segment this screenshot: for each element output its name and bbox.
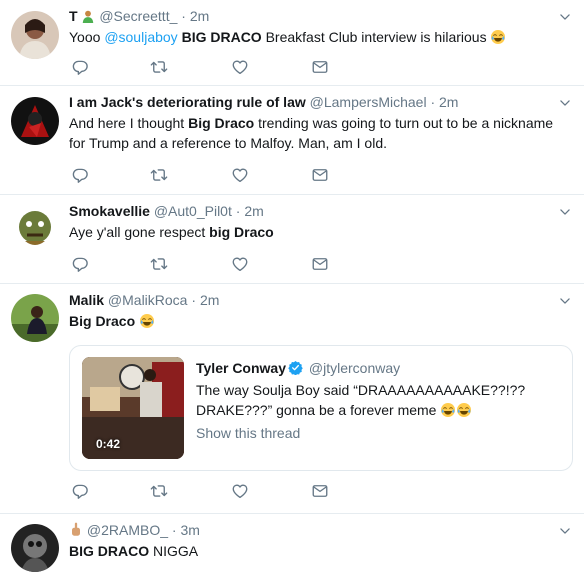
tweet-actions: [69, 482, 339, 502]
handle[interactable]: @LampersMichael: [310, 94, 427, 110]
tweet-actions: [69, 255, 339, 275]
quoted-tweet-card[interactable]: 0:42 Tyler Conway @jtylerconway The way …: [69, 345, 573, 471]
tweet[interactable]: I am Jack's deteriorating rule of law @L…: [0, 86, 584, 195]
separator-dot: ·: [171, 522, 177, 538]
avatar[interactable]: [11, 524, 59, 572]
tweet[interactable]: Malik @MalikRoca · 2m Big Draco 0:42 Tyl…: [0, 284, 584, 514]
handle[interactable]: @2RAMBO_: [87, 522, 168, 538]
crying-laughing-emoji: [440, 402, 456, 418]
tweet-text: And here I thought Big Draco trending wa…: [69, 113, 559, 153]
reply-icon[interactable]: [71, 482, 89, 500]
text-run: Breakfast Club interview is hilarious: [261, 29, 491, 45]
middle-finger-emoji-icon: [69, 522, 83, 538]
tweet-actions: [69, 58, 339, 78]
caret-down-icon[interactable]: [558, 10, 572, 24]
retweet-icon[interactable]: [150, 58, 168, 76]
separator-dot: ·: [430, 94, 436, 110]
tweet[interactable]: T @Secreettt_ · 2m Yooo @souljaboy BIG D…: [0, 0, 584, 86]
text-run: The way Soulja Boy said “DRAAAAAAAAAAKE?…: [196, 382, 526, 418]
quoted-text: The way Soulja Boy said “DRAAAAAAAAAAKE?…: [196, 380, 562, 420]
display-name[interactable]: Smokavellie: [69, 203, 150, 219]
quoted-handle[interactable]: @jtylerconway: [309, 360, 400, 376]
caret-down-icon[interactable]: [558, 205, 572, 219]
like-icon[interactable]: [231, 482, 249, 500]
tweet[interactable]: Smokavellie @Aut0_Pil0t · 2m Aye y'all g…: [0, 195, 584, 284]
crying-laughing-emoji: [456, 402, 472, 418]
hashtag-highlight: BIG DRACO: [181, 29, 262, 45]
separator-dot: ·: [191, 292, 197, 308]
tweet-header: I am Jack's deteriorating rule of law @L…: [69, 92, 550, 112]
quoted-header: Tyler Conway @jtylerconway: [196, 358, 400, 378]
direct-message-icon[interactable]: [311, 482, 329, 500]
crying-laughing-emoji: [139, 313, 155, 329]
retweet-icon[interactable]: [150, 166, 168, 184]
hashtag-highlight: Big Draco: [188, 115, 255, 131]
tweet-text: Big Draco: [69, 311, 568, 331]
display-name[interactable]: Malik: [69, 292, 104, 308]
caret-down-icon[interactable]: [558, 294, 572, 308]
avatar[interactable]: [11, 205, 59, 253]
reply-icon[interactable]: [71, 58, 89, 76]
display-name[interactable]: T: [69, 8, 78, 24]
timestamp[interactable]: 2m: [439, 94, 458, 110]
hashtag-highlight: big Draco: [209, 224, 274, 240]
direct-message-icon[interactable]: [311, 58, 329, 76]
timestamp[interactable]: 2m: [190, 8, 209, 24]
timestamp[interactable]: 2m: [244, 203, 263, 219]
person-emoji-icon: [81, 8, 95, 23]
display-name[interactable]: I am Jack's deteriorating rule of law: [69, 94, 306, 110]
text-run: Aye y'all gone respect: [69, 224, 210, 240]
handle[interactable]: @Aut0_Pil0t: [154, 203, 232, 219]
retweet-icon[interactable]: [150, 255, 168, 273]
tweet[interactable]: @2RAMBO_ · 3m BIG DRACO NIGGA: [0, 514, 584, 587]
text-run: And here I thought: [69, 115, 189, 131]
caret-down-icon[interactable]: [558, 524, 572, 538]
text-run: NIGGA: [149, 543, 199, 559]
like-icon[interactable]: [231, 255, 249, 273]
avatar[interactable]: [11, 294, 59, 342]
caret-down-icon[interactable]: [558, 96, 572, 110]
timestamp[interactable]: 2m: [200, 292, 219, 308]
tweet-text: Yooo @souljaboy BIG DRACO Breakfast Club…: [69, 27, 568, 47]
handle[interactable]: @Secreettt_: [99, 8, 177, 24]
video-duration: 0:42: [96, 437, 121, 451]
avatar[interactable]: [11, 11, 59, 59]
tweet-text: Aye y'all gone respect big Draco: [69, 222, 568, 242]
tweet-actions: [69, 166, 339, 186]
reply-icon[interactable]: [71, 166, 89, 184]
tweet-header: Smokavellie @Aut0_Pil0t · 2m: [69, 201, 550, 221]
separator-dot: ·: [235, 203, 241, 219]
text-run: Yooo: [69, 29, 105, 45]
hashtag-highlight: BIG DRACO: [69, 543, 150, 559]
hashtag-highlight: Big Draco: [69, 313, 136, 329]
like-icon[interactable]: [231, 166, 249, 184]
tweet-text: BIG DRACO NIGGA: [69, 541, 568, 561]
like-icon[interactable]: [231, 58, 249, 76]
tweet-header: @2RAMBO_ · 3m: [69, 520, 550, 540]
retweet-icon[interactable]: [150, 482, 168, 500]
tweet-header: Malik @MalikRoca · 2m: [69, 290, 550, 310]
timestamp[interactable]: 3m: [180, 522, 199, 538]
avatar[interactable]: [11, 97, 59, 145]
direct-message-icon[interactable]: [311, 255, 329, 273]
separator-dot: ·: [181, 8, 186, 24]
video-thumbnail[interactable]: 0:42: [82, 357, 184, 459]
direct-message-icon[interactable]: [311, 166, 329, 184]
tweet-header: T @Secreettt_ · 2m: [69, 6, 550, 26]
reply-icon[interactable]: [71, 255, 89, 273]
handle[interactable]: @MalikRoca: [108, 292, 188, 308]
show-thread-link[interactable]: Show this thread: [196, 425, 300, 441]
verified-badge-icon: [288, 360, 303, 375]
quoted-display-name[interactable]: Tyler Conway: [196, 360, 286, 376]
crying-laughing-emoji: [490, 29, 506, 45]
mention-link[interactable]: @souljaboy: [104, 29, 177, 45]
